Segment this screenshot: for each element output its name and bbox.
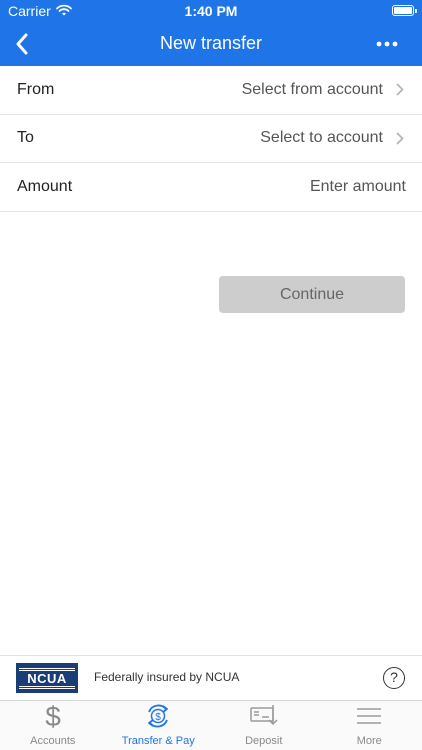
nav-bar: New transfer (0, 22, 422, 66)
more-options-button[interactable] (372, 30, 402, 58)
tab-label: Transfer & Pay (121, 735, 195, 747)
svg-text:$: $ (45, 702, 61, 730)
from-label: From (17, 80, 55, 98)
amount-input[interactable]: Enter amount (310, 178, 406, 196)
tab-label: Accounts (30, 735, 76, 747)
from-account-value: Select from account (241, 80, 383, 98)
ncua-footer: NCUA Federally insured by NCUA ? (0, 655, 422, 700)
page-title: New transfer (159, 33, 263, 53)
tab-more[interactable]: More (317, 701, 422, 750)
tab-label: Deposit (245, 735, 283, 747)
to-account-row[interactable]: To Select to account (0, 115, 422, 163)
tab-bar: $ Accounts $ Transfer & Pay Deposit More (0, 700, 422, 750)
tab-transfer-pay[interactable]: $ Transfer & Pay (106, 701, 212, 750)
check-deposit-icon (249, 701, 279, 731)
chevron-right-icon (396, 83, 406, 96)
to-label: To (17, 129, 34, 147)
from-account-row[interactable]: From Select from account (0, 66, 422, 115)
tab-label: More (356, 735, 382, 747)
status-time: 1:40 PM (184, 3, 238, 19)
ncua-logo: NCUA (16, 663, 78, 693)
tab-accounts[interactable]: $ Accounts (0, 701, 106, 750)
status-bar: Carrier 1:40 PM (0, 0, 422, 22)
ncua-insured-text: Federally insured by NCUA (94, 670, 240, 684)
transfer-form: From Select from account To Select to ac… (0, 66, 422, 212)
continue-button[interactable]: Continue (219, 276, 405, 313)
menu-icon (356, 701, 382, 731)
battery-icon (392, 5, 417, 16)
amount-row: Amount Enter amount (0, 163, 422, 212)
transfer-pay-icon: $ (144, 701, 172, 731)
chevron-right-icon (396, 132, 406, 145)
ncua-logo-text: NCUA (27, 670, 67, 686)
dollar-icon: $ (43, 701, 63, 731)
to-account-value: Select to account (260, 129, 383, 147)
amount-label: Amount (17, 177, 73, 195)
svg-text:$: $ (155, 712, 161, 723)
tab-deposit[interactable]: Deposit (211, 701, 317, 750)
ellipsis-icon (376, 41, 398, 47)
header: Carrier 1:40 PM New transfer (0, 0, 422, 66)
help-button[interactable]: ? (383, 667, 405, 689)
